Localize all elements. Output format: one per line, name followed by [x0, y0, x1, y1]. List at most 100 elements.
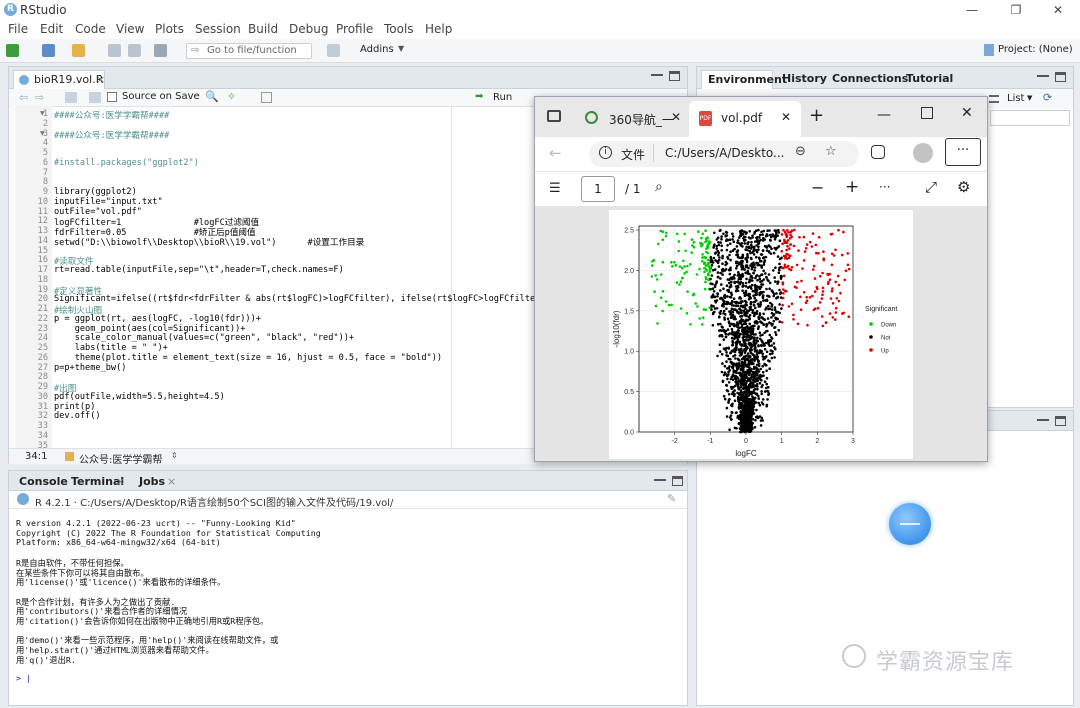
- fit-page-icon[interactable]: ⤢: [925, 178, 937, 196]
- print-icon[interactable]: [154, 44, 167, 57]
- address-bar[interactable]: i 文件 C:/Users/A/Deskto... ⊖ ☆: [589, 141, 859, 167]
- save-icon[interactable]: [108, 44, 121, 57]
- close-icon[interactable]: ✕: [1036, 0, 1080, 20]
- menu-help[interactable]: Help: [425, 22, 452, 36]
- env-search-input[interactable]: [990, 110, 1070, 126]
- close-tab-pdf-icon[interactable]: ✕: [781, 110, 791, 124]
- back-arrow-icon[interactable]: ⇦: [19, 91, 28, 104]
- zoom-in-icon[interactable]: +: [845, 177, 859, 197]
- new-tab-icon[interactable]: +: [809, 105, 824, 126]
- close-jobs-icon[interactable]: ×: [167, 475, 176, 488]
- contents-icon[interactable]: ☰: [549, 181, 561, 196]
- extensions-icon[interactable]: [871, 145, 885, 159]
- zoom-icon[interactable]: ⊖: [795, 144, 806, 159]
- line-number: 13: [37, 226, 48, 236]
- tab-vol-pdf[interactable]: PDF vol.pdf ✕: [689, 101, 801, 137]
- volcano-plot: -2 -1 0 1 2 3 0.0 0.5 1.0 1.5 2.0 2.5 logFC -log10(fd…: [612, 225, 897, 458]
- goto-file-input[interactable]: ⇨ Go to file/function: [186, 43, 312, 59]
- find-icon[interactable]: ⌕: [655, 179, 663, 195]
- menu-file[interactable]: File: [8, 22, 28, 36]
- edge-minimize-icon[interactable]: —: [877, 107, 891, 123]
- data-point-not: [733, 280, 736, 284]
- settings-gear-icon[interactable]: ⚙: [957, 178, 970, 196]
- data-point-not: [768, 352, 772, 356]
- minimize-console-icon[interactable]: [654, 479, 666, 485]
- menu-code[interactable]: Code: [75, 22, 106, 36]
- tab-jobs[interactable]: Jobs: [139, 475, 165, 488]
- data-point-not: [713, 231, 716, 235]
- data-point-not: [727, 288, 730, 292]
- menu-profile[interactable]: Profile: [336, 22, 373, 36]
- line-number: 9: [42, 187, 48, 197]
- tab-actions-icon[interactable]: [547, 110, 561, 122]
- broom-icon[interactable]: ✎: [667, 492, 676, 505]
- minimize-pane-icon[interactable]: [651, 74, 663, 80]
- minimize-icon[interactable]: —: [950, 0, 994, 20]
- list-chevron-icon[interactable]: ▼: [1027, 94, 1032, 102]
- page-number-input[interactable]: 1: [581, 176, 615, 202]
- tab-environment[interactable]: Environment: [701, 70, 787, 89]
- console-output[interactable]: R version 4.2.1 (2022-06-23 ucrt) -- "Fu…: [16, 518, 676, 698]
- project-menu[interactable]: Project: (None): [998, 44, 1073, 55]
- fold-arrow-icon[interactable]: ▼: [40, 130, 45, 137]
- grid-layout-icon[interactable]: [327, 44, 340, 57]
- scope-chevron-icon[interactable]: ⇕: [171, 451, 178, 460]
- magic-wand-icon[interactable]: ✧: [227, 90, 236, 103]
- zoom-out-icon[interactable]: −: [811, 178, 824, 197]
- new-project-icon[interactable]: [42, 44, 55, 57]
- data-point-not: [760, 259, 763, 263]
- tab-360[interactable]: 360导航_一 ✕: [579, 103, 687, 133]
- edge-close-icon[interactable]: ✕: [961, 105, 973, 121]
- info-icon[interactable]: i: [599, 146, 612, 159]
- line-number: 22: [37, 313, 48, 324]
- addins-menu[interactable]: Addins: [360, 44, 394, 55]
- tab-console[interactable]: Console: [19, 475, 68, 488]
- maximize-icon[interactable]: ❐: [994, 0, 1038, 20]
- search-icon[interactable]: 🔍: [205, 90, 219, 103]
- tab-connections[interactable]: Connections: [832, 72, 908, 85]
- chevron-down-icon[interactable]: ▼: [398, 44, 404, 53]
- favorite-icon[interactable]: ☆: [825, 144, 837, 159]
- back-icon[interactable]: ←: [549, 144, 562, 162]
- data-point-down: [651, 260, 654, 263]
- more-options-button[interactable]: ···: [945, 138, 981, 166]
- menu-build[interactable]: Build: [248, 22, 278, 36]
- save-all-icon[interactable]: [128, 44, 141, 57]
- source-on-save-checkbox[interactable]: [107, 92, 117, 102]
- close-tab-icon[interactable]: ×: [96, 73, 105, 87]
- close-terminal-icon[interactable]: ×: [116, 475, 125, 488]
- show-in-window-icon[interactable]: [65, 92, 77, 103]
- maximize-pane-icon[interactable]: [669, 71, 680, 81]
- floating-assistant-icon[interactable]: [889, 503, 931, 545]
- forward-arrow-icon[interactable]: ⇨: [35, 91, 44, 104]
- menu-debug[interactable]: Debug: [289, 22, 328, 36]
- scope-label[interactable]: 公众号:医学学霸帮: [79, 451, 162, 466]
- save-file-icon[interactable]: [89, 92, 101, 103]
- maximize-files-icon[interactable]: [1055, 416, 1066, 426]
- refresh-icon[interactable]: ⟳: [1043, 91, 1052, 104]
- tab-bior19[interactable]: bioR19.vol.R ×: [13, 70, 105, 89]
- minimize-files-icon[interactable]: [1037, 419, 1049, 425]
- data-point-down: [704, 229, 707, 232]
- tab-tutorial[interactable]: Tutorial: [906, 72, 953, 85]
- list-view-menu[interactable]: List: [1007, 93, 1024, 104]
- data-point-not: [723, 330, 726, 334]
- fold-arrow-icon[interactable]: ▼: [40, 110, 45, 117]
- menu-tools[interactable]: Tools: [384, 22, 414, 36]
- maximize-console-icon[interactable]: [672, 476, 683, 486]
- tab-history[interactable]: History: [782, 72, 827, 85]
- compile-report-icon[interactable]: [261, 92, 272, 103]
- menu-session[interactable]: Session: [195, 22, 241, 36]
- menu-edit[interactable]: Edit: [40, 22, 63, 36]
- more-tools-icon[interactable]: ···: [879, 180, 890, 194]
- run-button[interactable]: Run: [493, 92, 512, 103]
- maximize-env-icon[interactable]: [1055, 72, 1066, 82]
- edge-maximize-icon[interactable]: [921, 107, 933, 119]
- menu-plots[interactable]: Plots: [155, 22, 184, 36]
- minimize-env-icon[interactable]: [1037, 75, 1049, 81]
- open-file-icon[interactable]: [72, 44, 85, 57]
- new-file-icon[interactable]: [6, 44, 19, 57]
- menu-view[interactable]: View: [116, 22, 144, 36]
- close-tab-360-icon[interactable]: ✕: [671, 110, 681, 124]
- profile-avatar[interactable]: [913, 143, 933, 163]
